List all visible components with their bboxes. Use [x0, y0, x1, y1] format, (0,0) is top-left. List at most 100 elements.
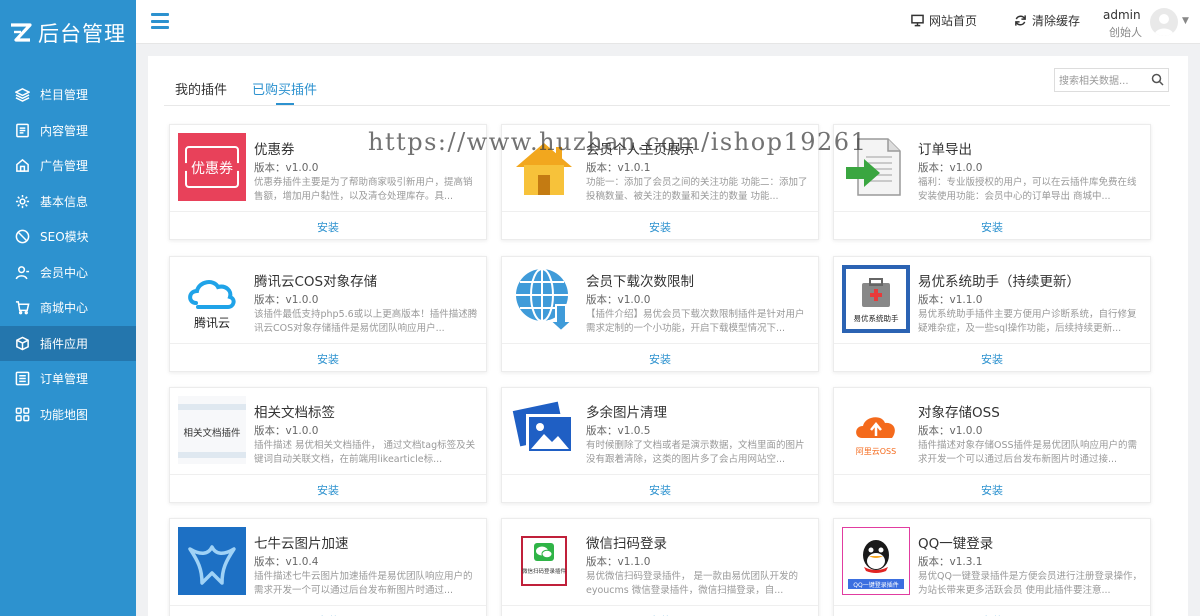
- plugin-description: 优惠券插件主要是为了帮助商家吸引新用户，提高销售额，增加用户黏性，以及清仓处理库…: [254, 177, 473, 202]
- plugin-name: 微信扫码登录: [586, 536, 667, 552]
- card-divider: [170, 605, 486, 606]
- plugin-version: 版本：v1.0.0: [918, 162, 983, 174]
- plugin-description: 易优QQ一键登录插件是方便会员进行注册登录操作，为站长带来更多活跃会员 使用此插…: [918, 571, 1142, 596]
- globe-download-icon: [510, 265, 578, 333]
- plugin-version: 版本：v1.0.0: [254, 162, 319, 174]
- grid-icon: [14, 406, 30, 422]
- menu-toggle-button[interactable]: [151, 13, 169, 29]
- plugin-description: 功能一：添加了会员之间的关注功能 功能二：添加了投稿数量、被关注的数量和关注的数…: [586, 177, 808, 202]
- sidebar-item-label: 功能地图: [40, 407, 89, 422]
- avatar-placeholder-icon: [1154, 14, 1174, 36]
- sidebar: 后台管理 栏目管理 内容管理 广告管理 基本信息 SEO模块 会员中心 商城中心…: [0, 0, 136, 616]
- plugin-name: QQ一键登录: [918, 536, 994, 552]
- clear-cache-link[interactable]: 清除缓存: [1014, 12, 1080, 29]
- card-divider: [170, 474, 486, 475]
- related-docs-banner: 相关文档插件: [178, 396, 246, 464]
- site-home-link[interactable]: 网站首页: [911, 12, 977, 29]
- sidebar-item-label: 基本信息: [40, 194, 89, 209]
- plugin-version: 版本：v1.1.0: [918, 294, 983, 306]
- plugin-description: 该插件最低支持php5.6或以上更高版本！插件描述腾讯云COS对象存储插件是易优…: [254, 309, 478, 334]
- first-aid-kit-icon: 易优系统助手: [842, 265, 910, 333]
- monitor-icon: [911, 14, 924, 27]
- card-divider: [502, 605, 818, 606]
- coupon-thumb-label: 优惠券: [191, 161, 233, 177]
- plugin-name: 会员下载次数限制: [586, 274, 694, 290]
- plugin-description: 【插件介绍】易优会员下载次数限制插件是针对用户需求定制的一个小功能，开启下载模型…: [586, 309, 805, 334]
- search-icon[interactable]: [1151, 73, 1164, 86]
- active-tab-indicator: [276, 103, 294, 105]
- sidebar-item-member[interactable]: 会员中心: [0, 255, 136, 291]
- user-icon: [14, 264, 30, 280]
- sidebar-item-label: 商城中心: [40, 301, 89, 316]
- install-button[interactable]: 安装: [834, 351, 1150, 367]
- install-button[interactable]: 安装: [170, 219, 486, 235]
- card-divider: [502, 474, 818, 475]
- plugin-name: 腾讯云COS对象存储: [254, 274, 378, 290]
- search-field[interactable]: [1054, 68, 1169, 93]
- chevron-down-icon[interactable]: ▼: [1182, 16, 1189, 26]
- card-divider: [170, 343, 486, 344]
- tab-purchased-plugins[interactable]: 已购买插件: [252, 79, 317, 98]
- logo-text: 后台管理: [38, 22, 126, 46]
- ad-icon: [14, 158, 30, 174]
- plugin-card-order-export: 订单导出 版本：v1.0.0 福利：专业版授权的用户，可以在云插件库免费在线安装…: [833, 124, 1151, 240]
- install-button[interactable]: 安装: [170, 351, 486, 367]
- card-divider: [834, 343, 1150, 344]
- plugin-card-qiniu: 七牛云图片加速 版本：v1.0.4 插件描述七牛云图片加速插件是易优团队响应用户…: [169, 518, 487, 616]
- site-home-label: 网站首页: [929, 14, 978, 28]
- install-button[interactable]: 安装: [502, 482, 818, 498]
- sidebar-item-basic-info[interactable]: 基本信息: [0, 184, 136, 220]
- plugin-version: 版本：v1.0.0: [586, 294, 651, 306]
- plugin-name: 七牛云图片加速: [254, 536, 349, 552]
- house-icon: [510, 133, 578, 201]
- plugin-description: 插件描述对象存储OSS插件是易优团队响应用户的需求开发一个可以通过后台发布新图片…: [918, 440, 1138, 465]
- sidebar-item-orders[interactable]: 订单管理: [0, 361, 136, 397]
- user-name[interactable]: admin: [1103, 8, 1141, 22]
- plugin-card-image-cleanup: 多余图片清理 版本：v1.0.5 有时候删除了文档或者是演示数据，文档里面的图片…: [501, 387, 819, 503]
- logo-icon: [8, 20, 34, 46]
- install-button[interactable]: 安装: [502, 219, 818, 235]
- search-input[interactable]: [1055, 70, 1145, 93]
- plugin-name: 订单导出: [918, 142, 972, 158]
- card-divider: [502, 343, 818, 344]
- plugin-name: 多余图片清理: [586, 405, 667, 421]
- install-button[interactable]: 安装: [834, 482, 1150, 498]
- logo[interactable]: 后台管理: [0, 0, 136, 66]
- sidebar-item-plugins[interactable]: 插件应用: [0, 325, 136, 361]
- plugin-description: 易优系统助手插件主要方便用户诊断系统，自行修复疑难杂症，及一些sql操作功能，后…: [918, 309, 1137, 334]
- seo-icon: [14, 229, 30, 245]
- plugin-version: 版本：v1.0.5: [586, 425, 651, 437]
- install-button[interactable]: 安装: [170, 482, 486, 498]
- tab-my-plugins[interactable]: 我的插件: [175, 79, 227, 98]
- plugin-name: 会员个人主页展示: [586, 142, 694, 158]
- plugin-card-wechat-login: 微信扫码登录插件 微信扫码登录 版本：v1.1.0 易优微信扫码登录插件， 是一…: [501, 518, 819, 616]
- cube-icon: [14, 335, 30, 351]
- plugin-version: 版本：v1.1.0: [586, 556, 651, 568]
- sidebar-item-seo[interactable]: SEO模块: [0, 219, 136, 255]
- plugin-card-tencent-cos: 腾讯云 腾讯云COS对象存储 版本：v1.0.0 该插件最低支持php5.6或以…: [169, 256, 487, 372]
- plugin-card-member-homepage: 会员个人主页展示 版本：v1.0.1 功能一：添加了会员之间的关注功能 功能二：…: [501, 124, 819, 240]
- card-divider: [834, 474, 1150, 475]
- install-button[interactable]: 安装: [502, 351, 818, 367]
- sidebar-item-function-map[interactable]: 功能地图: [0, 397, 136, 433]
- sidebar-item-mall[interactable]: 商城中心: [0, 290, 136, 326]
- image-gallery-icon: [510, 396, 578, 464]
- sidebar-item-ads[interactable]: 广告管理: [0, 148, 136, 184]
- tencent-thumb-label: 腾讯云: [194, 315, 230, 330]
- avatar[interactable]: [1150, 8, 1178, 36]
- tencent-cloud-logo: 腾讯云: [178, 265, 246, 333]
- plugin-card-system-helper: 易优系统助手 易优系统助手（持续更新） 版本：v1.1.0 易优系统助手插件主要…: [833, 256, 1151, 372]
- sidebar-item-content[interactable]: 内容管理: [0, 113, 136, 149]
- install-button[interactable]: 安装: [834, 219, 1150, 235]
- plugin-version: 版本：v1.0.1: [586, 162, 651, 174]
- sidebar-item-label: 广告管理: [40, 159, 89, 174]
- plugin-name: 易优系统助手（持续更新）: [918, 274, 1080, 290]
- card-divider: [834, 605, 1150, 606]
- plugin-card-qq-login: QQ一键登录插件 QQ一键登录 版本：v1.3.1 易优QQ一键登录插件是方便会…: [833, 518, 1151, 616]
- plugin-card-related-docs: 相关文档插件 相关文档标签 版本：v1.0.0 插件描述 易优相关文档插件， 通…: [169, 387, 487, 503]
- card-divider: [502, 211, 818, 212]
- sidebar-item-columns[interactable]: 栏目管理: [0, 77, 136, 113]
- card-divider: [170, 211, 486, 212]
- plugin-name: 相关文档标签: [254, 405, 335, 421]
- sidebar-item-label: 内容管理: [40, 123, 89, 138]
